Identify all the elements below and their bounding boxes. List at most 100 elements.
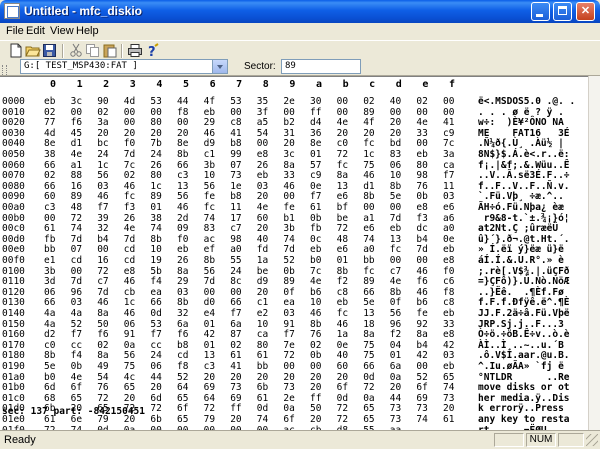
hex-byte[interactable]: 6f <box>283 414 303 426</box>
hex-byte[interactable]: 53 <box>230 96 250 108</box>
hex-byte[interactable]: 06 <box>150 361 170 373</box>
hex-byte[interactable]: 00 <box>337 96 357 108</box>
chevron-down-icon[interactable] <box>212 60 227 73</box>
hex-byte[interactable]: 20 <box>230 414 250 426</box>
paste-icon[interactable] <box>102 43 118 58</box>
open-icon[interactable] <box>25 43 41 58</box>
hex-byte[interactable]: e2 <box>257 308 277 320</box>
hex-byte[interactable]: 83 <box>390 149 410 161</box>
save-icon[interactable] <box>42 43 58 58</box>
hex-byte[interactable]: eb <box>443 361 463 373</box>
hex-byte[interactable]: 00 <box>390 255 410 267</box>
hex-byte[interactable]: 40 <box>390 96 410 108</box>
hex-byte[interactable]: 7d <box>124 149 144 161</box>
copy-icon[interactable] <box>85 43 101 58</box>
hex-byte[interactable]: 01 <box>150 202 170 214</box>
cut-icon[interactable] <box>68 43 84 58</box>
hex-byte[interactable]: f8 <box>177 361 197 373</box>
hex-byte[interactable]: 74 <box>257 414 277 426</box>
hex-byte[interactable]: e8 <box>416 202 436 214</box>
hex-byte[interactable]: 24 <box>150 149 170 161</box>
maximize-button[interactable] <box>553 2 572 21</box>
hex-byte[interactable]: 2e <box>283 96 303 108</box>
hex-byte[interactable]: 65 <box>177 414 197 426</box>
hex-byte[interactable]: eb <box>416 149 436 161</box>
hex-byte[interactable]: 0b <box>71 361 91 373</box>
hex-byte[interactable]: fe <box>416 308 436 320</box>
hex-byte[interactable]: 46 <box>124 308 144 320</box>
close-button[interactable]: ✕ <box>576 2 595 21</box>
grip-handle[interactable] <box>2 65 7 75</box>
hex-byte[interactable]: 0d <box>150 308 170 320</box>
hex-byte[interactable]: 00 <box>416 361 436 373</box>
hex-byte[interactable]: f3 <box>124 202 144 214</box>
hex-byte[interactable]: 4f <box>204 96 224 108</box>
menu-file[interactable]: File <box>6 25 24 37</box>
hex-byte[interactable]: 6a <box>390 361 410 373</box>
hex-byte[interactable]: cd <box>124 255 144 267</box>
hex-byte[interactable]: 41 <box>230 361 250 373</box>
hex-byte[interactable]: 4e <box>257 202 277 214</box>
hex-byte[interactable]: 11 <box>230 202 250 214</box>
drive-select[interactable]: G:[ TEST_MSP430:FAT ] <box>20 59 228 74</box>
sector-input[interactable]: 89 <box>281 59 361 74</box>
hex-byte[interactable]: 65 <box>363 414 383 426</box>
hex-byte[interactable]: 75 <box>124 361 144 373</box>
print-icon[interactable] <box>127 43 143 58</box>
hex-byte[interactable]: eb <box>44 96 64 108</box>
hex-byte[interactable]: 73 <box>390 414 410 426</box>
hex-byte[interactable]: 6b <box>150 414 170 426</box>
hex-byte[interactable]: 72 <box>337 149 357 161</box>
hex-byte[interactable]: 48 <box>71 202 91 214</box>
hex-byte[interactable]: 3c <box>71 96 91 108</box>
hex-byte[interactable]: 00 <box>363 202 383 214</box>
hex-byte[interactable]: 55 <box>230 255 250 267</box>
hex-byte[interactable]: 61 <box>310 202 330 214</box>
hex-byte[interactable]: 61 <box>443 414 463 426</box>
app-icon[interactable] <box>4 3 20 19</box>
hex-byte[interactable]: 16 <box>97 255 117 267</box>
hex-byte[interactable]: 32 <box>177 308 197 320</box>
hex-byte[interactable]: 19 <box>150 255 170 267</box>
hex-byte[interactable]: 90 <box>97 96 117 108</box>
hex-byte[interactable]: c3 <box>44 202 64 214</box>
hex-byte[interactable]: 00 <box>443 96 463 108</box>
hex-byte[interactable]: 00 <box>416 255 436 267</box>
hex-byte[interactable]: 72 <box>337 414 357 426</box>
vertical-scrollbar[interactable] <box>588 76 600 430</box>
hex-byte[interactable]: e6 <box>443 202 463 214</box>
hex-byte[interactable]: 38 <box>44 149 64 161</box>
hex-byte[interactable]: 35 <box>257 96 277 108</box>
hex-byte[interactable]: c1 <box>204 149 224 161</box>
hex-byte[interactable]: 8b <box>204 255 224 267</box>
hex-byte[interactable]: 01 <box>310 149 330 161</box>
hex-byte[interactable]: 02 <box>416 96 436 108</box>
hex-byte[interactable]: 46 <box>310 308 330 320</box>
hex-byte[interactable]: fc <box>337 308 357 320</box>
hex-byte[interactable]: f7 <box>230 308 250 320</box>
resize-grip[interactable] <box>586 434 598 446</box>
hex-byte[interactable]: 53 <box>150 96 170 108</box>
hex-byte[interactable]: e1 <box>44 255 64 267</box>
hex-byte[interactable]: 13 <box>363 308 383 320</box>
hex-view[interactable]: 0123456789abcdef 0000 eb 3c 90 4d 53 44 4f 53 35 2… <box>0 76 588 431</box>
hex-byte[interactable]: 3a <box>443 149 463 161</box>
hex-byte[interactable]: 00 <box>310 361 330 373</box>
help-icon[interactable]: ? <box>144 43 160 60</box>
hex-byte[interactable]: 44 <box>177 96 197 108</box>
hex-byte[interactable]: eb <box>443 308 463 320</box>
hex-byte[interactable]: 4e <box>71 149 91 161</box>
hex-byte[interactable]: b0 <box>310 255 330 267</box>
hex-byte[interactable]: e8 <box>443 255 463 267</box>
hex-byte[interactable]: 4a <box>71 308 91 320</box>
hex-byte[interactable]: 24 <box>97 149 117 161</box>
hex-byte[interactable]: 79 <box>204 414 224 426</box>
hex-byte[interactable]: fe <box>283 202 303 214</box>
hex-byte[interactable]: f7 <box>97 202 117 214</box>
hex-byte[interactable]: 4d <box>124 96 144 108</box>
hex-byte[interactable]: 30 <box>310 96 330 108</box>
hex-byte[interactable]: bf <box>337 202 357 214</box>
hex-byte[interactable]: 3c <box>283 149 303 161</box>
hex-byte[interactable]: bb <box>257 361 277 373</box>
hex-byte[interactable]: 1a <box>257 255 277 267</box>
